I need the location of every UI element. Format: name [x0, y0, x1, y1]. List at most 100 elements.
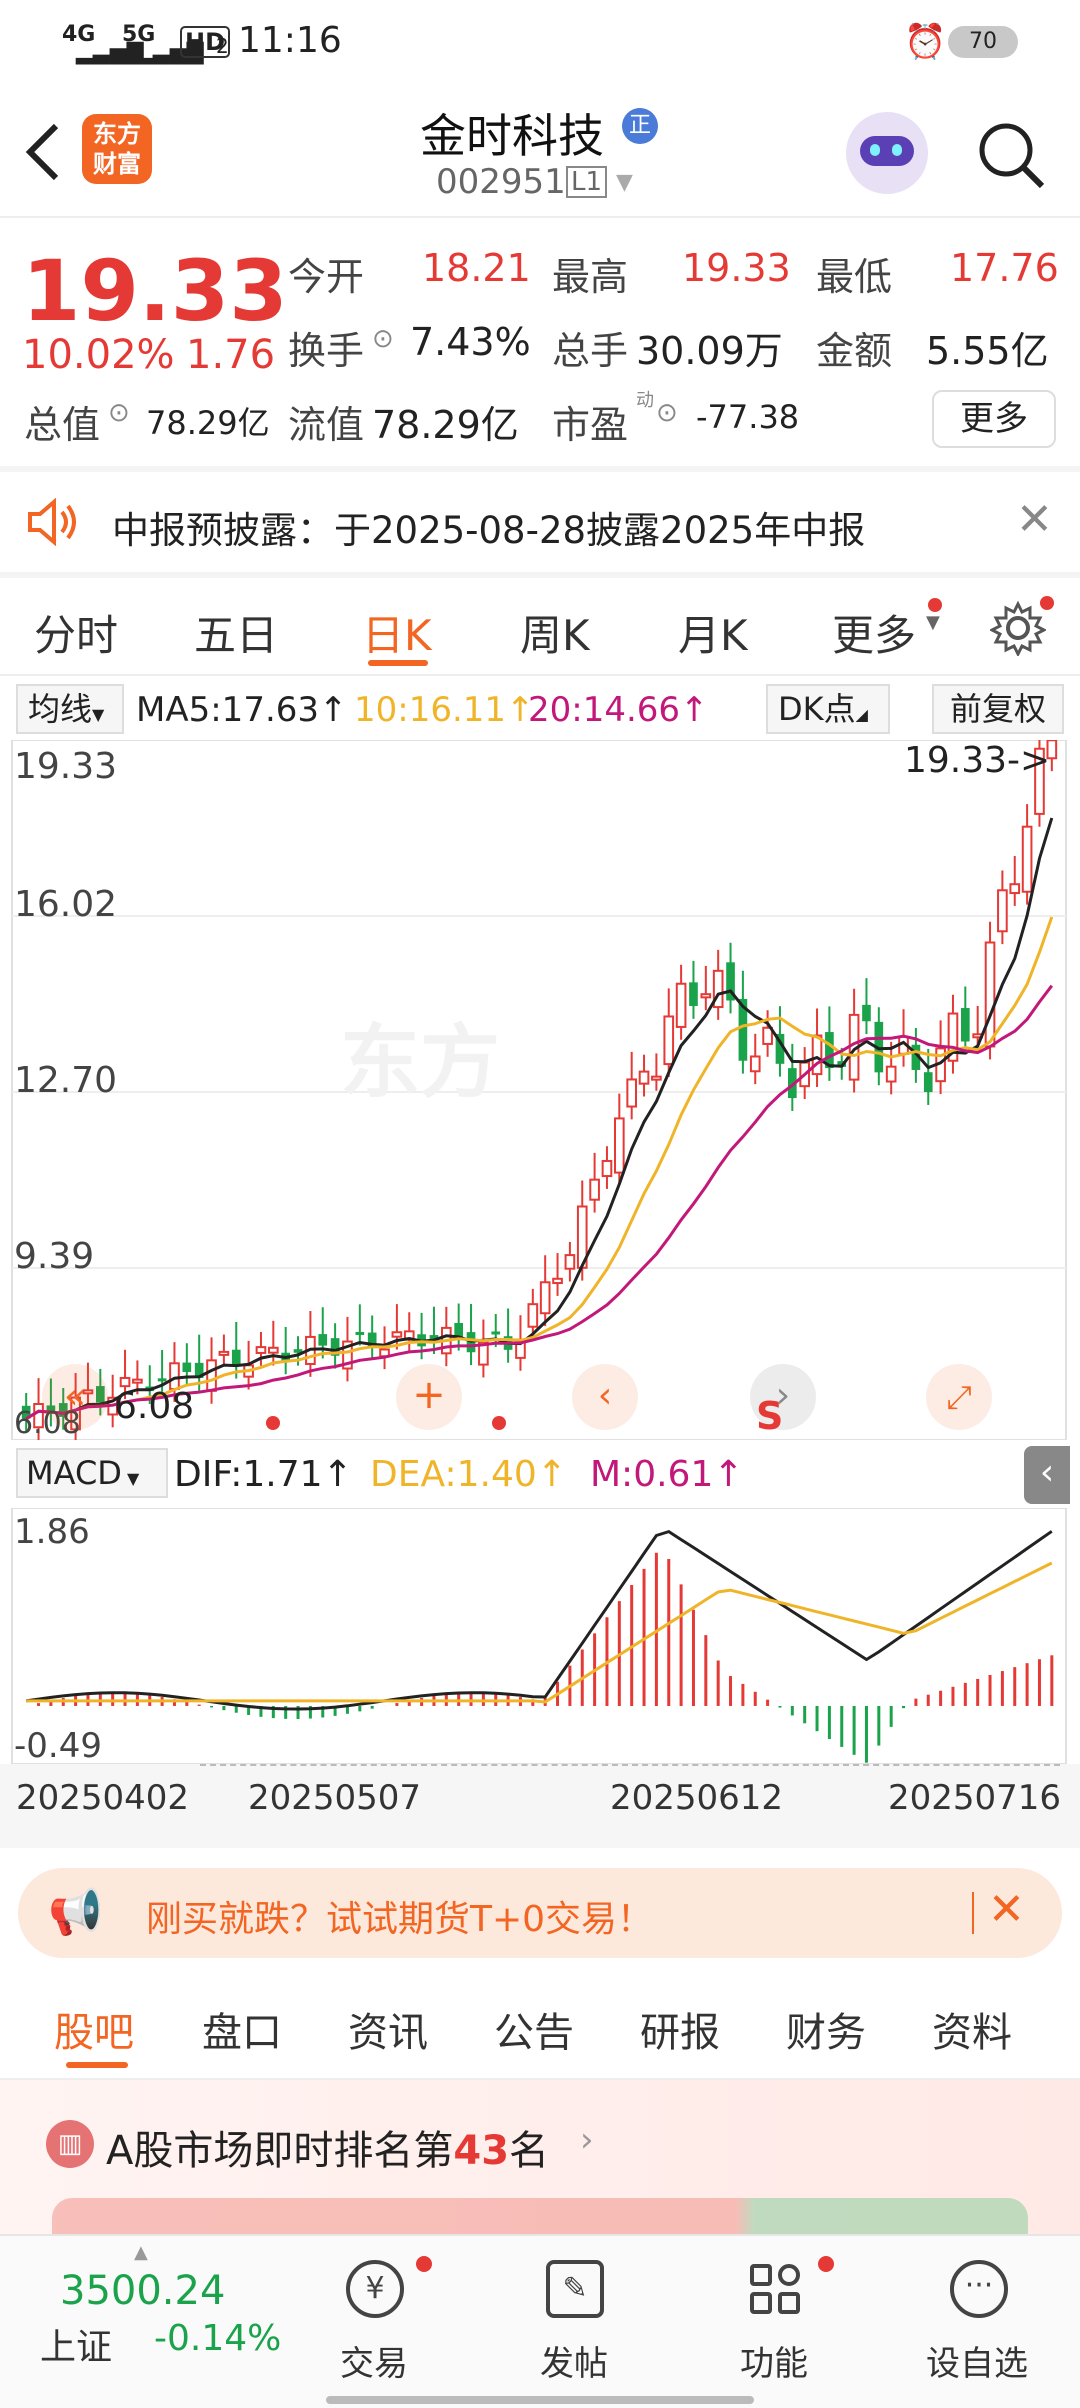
tab-news[interactable]: 资讯 [348, 2000, 428, 2058]
candle-body [539, 1281, 551, 1315]
candle-body [132, 1378, 143, 1384]
chevron-right-icon[interactable]: › [580, 2120, 594, 2160]
candle-body [923, 1072, 933, 1093]
macd-bars-group [37, 1552, 1054, 1763]
pe-label: 市盈 [552, 403, 629, 447]
level-dropdown-icon[interactable]: ▼ [616, 170, 633, 195]
grid-icon-part [750, 2292, 772, 2314]
ma-lines-group [25, 817, 1054, 1420]
ma5-line [25, 817, 1054, 1420]
megaphone-icon: 📢 [48, 1887, 103, 1938]
tab-research[interactable]: 研报 [640, 2000, 720, 2058]
index-value[interactable]: 3500.24 [60, 2268, 225, 2314]
collapse-up-icon[interactable]: ▲ [134, 2242, 148, 2263]
kline-chart[interactable]: 东方 19.33 16.02 12.70 9.39 6.08 19.33-> 6… [0, 740, 1080, 1441]
level-badge[interactable]: L1 [566, 166, 608, 198]
rewind-icon[interactable]: « [42, 1364, 108, 1430]
high-label: 最高 [552, 255, 629, 299]
candle-body [1021, 825, 1033, 893]
tab-forum[interactable]: 股吧 [54, 2000, 134, 2058]
candle-body [231, 1349, 241, 1366]
ma-bar: 均线▼ MA5:17.63↑ 10:16.11↑ 20:14.66↑ DK点◢ … [0, 680, 1080, 740]
nav-trade-label: 交易 [340, 2344, 408, 2384]
nav-add-watchlist-label: 设自选 [926, 2344, 1028, 2384]
macd-bottom-tick: -0.49 [14, 1726, 102, 1766]
clock: 11:16 [238, 20, 342, 61]
date-tick-2: 20250507 [248, 1778, 422, 1818]
dk-label: DK点 [778, 690, 856, 728]
expand-icon[interactable]: ⤢ [926, 1364, 992, 1430]
prev-icon[interactable]: ‹ [572, 1364, 638, 1430]
gear-icon[interactable] [990, 600, 1046, 656]
tab-announcements[interactable]: 公告 [494, 2000, 574, 2058]
candle-body [182, 1362, 192, 1372]
ma-selector-label: 均线 [28, 690, 93, 728]
date-tick-4: 20250716 [888, 1778, 1062, 1818]
nav-add-watchlist[interactable]: ··· 设自选 [910, 2256, 1050, 2386]
robot-avatar-icon[interactable] [846, 112, 928, 194]
nav-post[interactable]: ✎ 发帖 [520, 2256, 630, 2386]
tab-more[interactable]: 更多 [832, 602, 916, 663]
candle-body [811, 1034, 823, 1076]
candle-body [218, 1350, 230, 1356]
open-label: 今开 [288, 255, 365, 299]
ma-selector[interactable]: 均线▼ [16, 684, 124, 734]
date-tick-3: 20250612 [610, 1778, 784, 1818]
tab-weekly-k[interactable]: 周K [520, 602, 590, 663]
high-value: 19.33 [682, 246, 791, 290]
candle-body [491, 1331, 501, 1335]
rank-prefix: A股市场即时排名第 [106, 2128, 454, 2174]
stock-title: 金时科技 [420, 109, 604, 163]
candle-body [1009, 883, 1021, 895]
macd-svg[interactable] [0, 1508, 1080, 1764]
grid-icon-part [778, 2292, 800, 2314]
dk-point-button[interactable]: DK点◢ [766, 684, 890, 734]
ma10-value: 10:16.11↑ [354, 690, 535, 730]
candle-body [984, 941, 996, 1048]
tab-financials[interactable]: 财务 [786, 2000, 866, 2058]
tab-daily-k[interactable]: 日K [362, 602, 432, 663]
tab-monthly-k[interactable]: 月K [678, 602, 748, 663]
volume-value: 30.09万 [636, 329, 783, 373]
battery-icon: 70 [948, 26, 1018, 58]
close-icon[interactable]: ✕ [1016, 494, 1053, 545]
index-name: 上证 [40, 2327, 113, 2368]
more-dots-icon: ··· [950, 2260, 1008, 2318]
back-icon[interactable] [22, 120, 62, 184]
tab-order-book[interactable]: 盘口 [202, 2000, 282, 2058]
macd-selector[interactable]: MACD ▼ [16, 1448, 168, 1498]
speaker-icon [28, 498, 76, 546]
candle-body [638, 1070, 650, 1085]
futures-ad-banner[interactable]: 📢 刚买就跌？试试期货T+0交易！ ✕ [18, 1868, 1062, 1958]
notice-bar[interactable]: 中报预披露：于2025-08-28披露2025年中报 ✕ [0, 472, 1080, 572]
candle-body [589, 1178, 600, 1201]
more-button[interactable]: 更多 [932, 390, 1056, 448]
chevron-down-icon[interactable]: ▼ [926, 612, 940, 633]
eastmoney-logo[interactable]: 东方 财富 [82, 114, 152, 184]
amount-label: 金额 [816, 329, 893, 373]
float-value: 78.29亿 [372, 403, 519, 447]
volume-label: 总手 [552, 329, 629, 373]
nav-functions[interactable]: 功能 [720, 2256, 834, 2386]
tab-profile[interactable]: 资料 [932, 2000, 1012, 2058]
nav-trade[interactable]: ¥ 交易 [320, 2256, 432, 2386]
info-icon[interactable]: ⊙ [372, 324, 394, 354]
rank-card[interactable]: ▥ A股市场即时排名第43名 › [0, 2080, 1080, 2238]
zoom-in-icon[interactable]: + [396, 1364, 462, 1430]
close-ad-icon[interactable]: ✕ [988, 1884, 1025, 1935]
low-value: 17.76 [950, 246, 1059, 290]
kline-svg[interactable]: 东方 [0, 740, 1080, 1440]
info-icon[interactable]: ⊙ [108, 398, 130, 428]
candle-body [119, 1376, 131, 1388]
tab-five-day[interactable]: 五日 [194, 602, 278, 663]
tab-intraday[interactable]: 分时 [34, 602, 118, 663]
macd-chart[interactable]: 1.86 -0.49 [0, 1508, 1080, 1766]
search-icon[interactable] [976, 120, 1048, 192]
info-icon[interactable]: ⊙ [656, 398, 678, 428]
collapse-panel-icon[interactable]: ‹ [1024, 1446, 1070, 1504]
candle-body [626, 1078, 638, 1108]
high-marker: 19.33-> [904, 740, 1051, 781]
candle-body [749, 1055, 761, 1073]
adjust-button[interactable]: 前复权 [932, 684, 1064, 734]
notification-dot [1040, 596, 1054, 610]
